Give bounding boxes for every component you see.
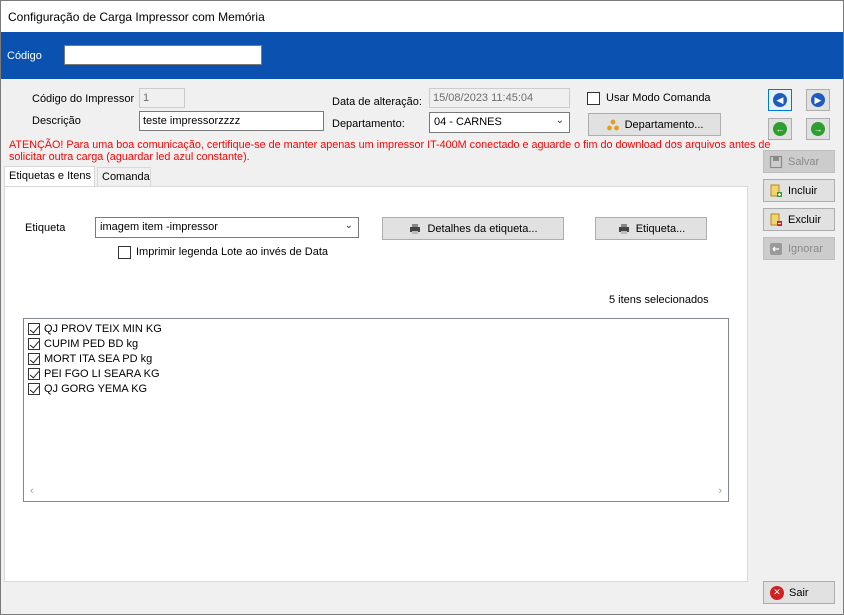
chevron-down-icon: ⌄ bbox=[555, 115, 564, 126]
items-list[interactable]: QJ PROV TEIX MIN KG CUPIM PED BD kg MORT… bbox=[23, 318, 729, 502]
salvar-button-label: Salvar bbox=[788, 155, 820, 168]
codigo-impressor-field[interactable] bbox=[139, 88, 185, 108]
scroll-right-icon[interactable]: › bbox=[718, 485, 722, 497]
arrow-right-icon: → bbox=[811, 122, 825, 136]
horizontal-scrollbar[interactable]: ‹ › bbox=[25, 483, 727, 500]
ignorar-button[interactable]: Ignorar bbox=[763, 237, 835, 260]
data-alteracao-label: Data de alteração: bbox=[332, 96, 422, 108]
first-record-icon: ◀ bbox=[773, 93, 787, 107]
sair-button[interactable]: ✕ Sair bbox=[763, 581, 835, 604]
descricao-label: Descrição bbox=[32, 115, 81, 127]
data-alteracao-field bbox=[429, 88, 570, 108]
warning-message: ATENÇÃO! Para uma boa comunicação, certi… bbox=[9, 139, 771, 163]
incluir-button-label: Incluir bbox=[788, 184, 818, 197]
next-record-button[interactable]: → bbox=[806, 118, 830, 140]
last-record-icon: ▶ bbox=[811, 93, 825, 107]
list-item[interactable]: QJ GORG YEMA KG bbox=[28, 382, 147, 396]
list-item-label: CUPIM PED BD kg bbox=[44, 338, 139, 350]
departamento-select[interactable]: 04 - CARNES ⌄ bbox=[429, 112, 570, 133]
imprimir-legenda-label: Imprimir legenda Lote ao invés de Data bbox=[136, 246, 328, 258]
incluir-button[interactable]: Incluir bbox=[763, 179, 835, 202]
departamento-label: Departamento: bbox=[332, 118, 405, 130]
usar-modo-comanda-label: Usar Modo Comanda bbox=[606, 92, 711, 104]
list-item[interactable]: CUPIM PED BD kg bbox=[28, 337, 138, 351]
item-checkbox[interactable] bbox=[28, 368, 40, 380]
list-item-label: MORT ITA SEA PD kg bbox=[44, 353, 153, 365]
imprimir-legenda-checkbox[interactable] bbox=[118, 246, 131, 259]
codigo-band: Código bbox=[1, 32, 843, 79]
chevron-down-icon: ⌄ bbox=[344, 220, 353, 231]
first-record-button[interactable]: ◀ bbox=[768, 89, 792, 111]
tab-comanda-label: Comanda bbox=[102, 171, 150, 183]
etiqueta-label: Etiqueta bbox=[25, 222, 66, 234]
item-checkbox[interactable] bbox=[28, 383, 40, 395]
arrow-left-icon: ← bbox=[773, 122, 787, 136]
last-record-button[interactable]: ▶ bbox=[806, 89, 830, 111]
detalhes-etiqueta-button[interactable]: Detalhes da etiqueta... bbox=[382, 217, 564, 240]
undo-icon bbox=[769, 242, 783, 256]
codigo-impressor-label: Código do Impressor bbox=[32, 93, 135, 105]
tab-etiquetas-e-itens[interactable]: Etiquetas e Itens bbox=[4, 166, 95, 187]
window-title: Configuração de Carga Impressor com Memó… bbox=[8, 10, 265, 24]
usar-modo-comanda-checkbox[interactable] bbox=[587, 92, 600, 105]
departamento-button-label: Departamento... bbox=[624, 118, 704, 131]
save-icon bbox=[769, 155, 783, 169]
departamento-button[interactable]: Departamento... bbox=[588, 113, 721, 136]
list-item-label: PEI FGO LI SEARA KG bbox=[44, 368, 160, 380]
etiqueta-select[interactable]: imagem item -impressor ⌄ bbox=[95, 217, 359, 238]
departments-icon bbox=[606, 118, 620, 132]
scroll-left-icon[interactable]: ‹ bbox=[30, 485, 34, 497]
etiqueta-select-value: imagem item -impressor bbox=[100, 221, 218, 233]
main-window: Configuração de Carga Impressor com Memó… bbox=[0, 0, 844, 615]
codigo-input[interactable] bbox=[64, 45, 262, 65]
item-checkbox[interactable] bbox=[28, 323, 40, 335]
printer-icon bbox=[408, 222, 422, 236]
salvar-button[interactable]: Salvar bbox=[763, 150, 835, 173]
list-item[interactable]: MORT ITA SEA PD kg bbox=[28, 352, 152, 366]
item-checkbox[interactable] bbox=[28, 338, 40, 350]
close-icon: ✕ bbox=[770, 585, 784, 600]
printer-icon bbox=[617, 222, 631, 236]
selected-count: 5 itens selecionados bbox=[609, 294, 709, 306]
ignorar-button-label: Ignorar bbox=[788, 242, 823, 255]
add-document-icon bbox=[769, 184, 783, 198]
descricao-field[interactable] bbox=[139, 111, 324, 131]
departamento-select-value: 04 - CARNES bbox=[434, 116, 502, 128]
list-item[interactable]: PEI FGO LI SEARA KG bbox=[28, 367, 160, 381]
delete-document-icon bbox=[769, 213, 783, 227]
excluir-button[interactable]: Excluir bbox=[763, 208, 835, 231]
previous-record-button[interactable]: ← bbox=[768, 118, 792, 140]
list-item-label: QJ GORG YEMA KG bbox=[44, 383, 148, 395]
codigo-label: Código bbox=[7, 50, 42, 62]
tab-etiquetas-e-itens-label: Etiquetas e Itens bbox=[9, 170, 91, 182]
excluir-button-label: Excluir bbox=[788, 213, 822, 226]
list-item[interactable]: QJ PROV TEIX MIN KG bbox=[28, 322, 162, 336]
etiqueta-button[interactable]: Etiqueta... bbox=[595, 217, 707, 240]
item-checkbox[interactable] bbox=[28, 353, 40, 365]
title-bar: Configuração de Carga Impressor com Memó… bbox=[1, 1, 843, 32]
tab-comanda[interactable]: Comanda bbox=[97, 167, 151, 187]
etiqueta-button-label: Etiqueta... bbox=[635, 222, 686, 235]
sair-button-label: Sair bbox=[789, 586, 809, 599]
list-item-label: QJ PROV TEIX MIN KG bbox=[44, 323, 162, 335]
detalhes-etiqueta-button-label: Detalhes da etiqueta... bbox=[427, 222, 538, 235]
